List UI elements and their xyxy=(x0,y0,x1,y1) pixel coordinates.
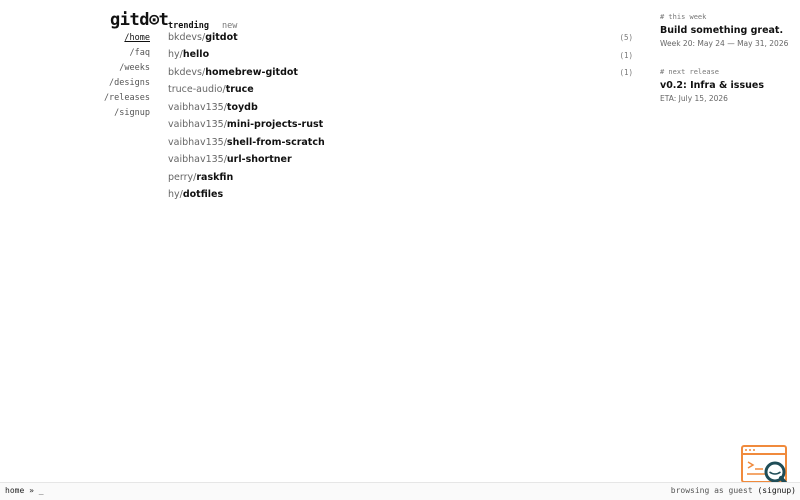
repo-owner: hy/ xyxy=(168,189,183,201)
list-item[interactable]: vaibhav135/url-shortner xyxy=(168,152,633,170)
next-release-title[interactable]: v0.2: Infra & issues xyxy=(660,80,764,91)
signup-link[interactable]: (signup) xyxy=(757,486,796,495)
next-release-panel: # next release v0.2: Infra & issues ETA:… xyxy=(660,68,764,103)
nav-item-designs[interactable]: /designs xyxy=(104,76,150,91)
repo-title: shell-from-scratch xyxy=(226,136,325,148)
repo-title: hello xyxy=(182,49,210,61)
repo-title: homebrew-gitdot xyxy=(205,66,298,78)
repo-link[interactable]: vaibhav135/mini-projects-rust xyxy=(168,118,323,132)
repo-owner: perry/ xyxy=(168,171,197,183)
repo-link[interactable]: truce-audio/truce xyxy=(168,83,254,97)
nav-item-home[interactable]: /home xyxy=(104,31,150,46)
guest-status-text: browsing as guest xyxy=(670,486,753,495)
repo-link[interactable]: vaibhav135/url-shortner xyxy=(168,153,292,167)
repo-owner: vaibhav135/ xyxy=(168,136,227,148)
repo-title: gitdot xyxy=(205,31,238,43)
repo-owner: truce-audio/ xyxy=(168,84,226,96)
repo-link[interactable]: hy/dotfiles xyxy=(168,188,223,202)
repo-title: dotfiles xyxy=(182,189,224,201)
repo-count: (1) xyxy=(619,68,633,78)
repo-title: raskfin xyxy=(196,171,234,183)
list-item[interactable]: hy/hello (1) xyxy=(168,47,633,65)
nav-item-faq[interactable]: /faq xyxy=(104,46,150,61)
repo-owner: vaibhav135/ xyxy=(168,101,227,113)
repo-link[interactable]: vaibhav135/toydb xyxy=(168,101,258,115)
repo-title: mini-projects-rust xyxy=(226,119,324,131)
repo-owner: bkdevs/ xyxy=(168,31,206,43)
repo-owner: bkdevs/ xyxy=(168,66,206,78)
repo-count: (1) xyxy=(619,50,633,60)
status-bar: home » _ browsing as guest (signup) xyxy=(0,482,800,500)
next-release-eta: ETA: July 15, 2026 xyxy=(660,94,728,103)
list-item[interactable]: bkdevs/homebrew-gitdot (1) xyxy=(168,64,633,82)
repo-title: truce xyxy=(225,84,254,96)
sidebar-nav: /home /faq /weeks /designs /releases /si… xyxy=(104,31,150,121)
this-week-heading: # this week xyxy=(660,13,707,21)
repo-link[interactable]: vaibhav135/shell-from-scratch xyxy=(168,136,325,150)
repo-link[interactable]: bkdevs/gitdot xyxy=(168,31,238,45)
repo-link[interactable]: hy/hello xyxy=(168,48,209,62)
this-week-dates: Week 20: May 24 — May 31, 2026 xyxy=(660,39,789,48)
repo-link[interactable]: perry/raskfin xyxy=(168,171,233,185)
repo-count: (5) xyxy=(619,33,633,43)
guest-status: browsing as guest (signup) xyxy=(671,486,796,495)
nav-item-releases[interactable]: /releases xyxy=(104,91,150,106)
repo-owner: vaibhav135/ xyxy=(168,119,227,131)
repo-list: bkdevs/gitdot (5) hy/hello (1) bkdevs/ho… xyxy=(168,29,633,204)
nav-item-signup[interactable]: /signup xyxy=(104,106,150,121)
list-item[interactable]: vaibhav135/mini-projects-rust xyxy=(168,117,633,135)
logo[interactable]: gitd⊙t xyxy=(110,10,169,30)
list-item[interactable]: vaibhav135/toydb xyxy=(168,99,633,117)
repo-link[interactable]: bkdevs/homebrew-gitdot xyxy=(168,66,298,80)
list-item[interactable]: perry/raskfin xyxy=(168,169,633,187)
list-item[interactable]: bkdevs/gitdot (5) xyxy=(168,29,633,47)
list-item[interactable]: vaibhav135/shell-from-scratch xyxy=(168,134,633,152)
list-item[interactable]: hy/dotfiles xyxy=(168,187,633,205)
breadcrumb: home » _ xyxy=(5,486,44,495)
this-week-title[interactable]: Build something great. xyxy=(660,25,788,36)
repo-owner: vaibhav135/ xyxy=(168,154,227,166)
repo-title: toydb xyxy=(226,101,258,113)
repo-title: url-shortner xyxy=(226,154,292,166)
repo-owner: hy/ xyxy=(168,49,183,61)
this-week-panel: # this week Build something great. Week … xyxy=(660,13,788,48)
nav-item-weeks[interactable]: /weeks xyxy=(104,61,150,76)
list-item[interactable]: truce-audio/truce xyxy=(168,82,633,100)
next-release-heading: # next release xyxy=(660,68,720,76)
